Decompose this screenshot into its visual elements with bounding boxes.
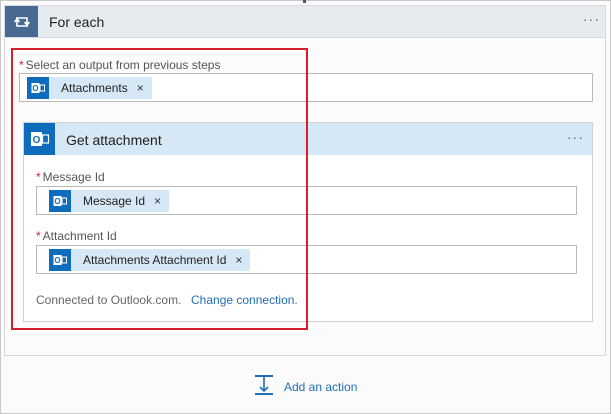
message-id-field[interactable]: O Message Id × bbox=[36, 186, 577, 215]
attachment-id-token[interactable]: O Attachments Attachment Id × bbox=[49, 249, 251, 271]
remove-token-icon[interactable]: × bbox=[235, 253, 242, 267]
foreach-title: For each bbox=[49, 14, 105, 30]
token-label: Attachments Attachment Id bbox=[83, 253, 227, 267]
outlook-icon: O bbox=[27, 77, 49, 99]
outlook-icon: O bbox=[24, 123, 55, 155]
get-attachment-title: Get attachment bbox=[66, 132, 162, 148]
required-mark: * bbox=[19, 58, 24, 72]
token-label: Attachments bbox=[61, 81, 128, 95]
outlook-icon: O bbox=[49, 190, 71, 212]
get-attachment-header[interactable]: O Get attachment ··· bbox=[24, 123, 592, 155]
select-output-label: * Select an output from previous steps bbox=[19, 58, 221, 72]
message-id-token[interactable]: O Message Id × bbox=[49, 190, 170, 212]
remove-token-icon[interactable]: × bbox=[137, 81, 144, 95]
svg-text:O: O bbox=[54, 256, 60, 265]
remove-token-icon[interactable]: × bbox=[154, 194, 161, 208]
attachments-token[interactable]: O Attachments × bbox=[27, 77, 152, 99]
attachment-id-label: * Attachment Id bbox=[36, 229, 117, 243]
outlook-icon: O bbox=[49, 249, 71, 271]
action-more-menu-icon[interactable]: ··· bbox=[567, 129, 584, 145]
attachment-id-field[interactable]: O Attachments Attachment Id × bbox=[36, 245, 577, 274]
get-attachment-card: O Get attachment ··· bbox=[23, 122, 593, 322]
svg-text:O: O bbox=[32, 84, 38, 93]
add-action-label: Add an action bbox=[284, 380, 358, 394]
token-label: Message Id bbox=[83, 194, 146, 208]
add-action-button[interactable]: Add an action bbox=[253, 374, 358, 401]
message-id-label: * Message Id bbox=[36, 170, 105, 184]
loop-icon bbox=[5, 6, 38, 37]
connected-status: Connected to Outlook.com. bbox=[36, 293, 182, 307]
add-action-icon bbox=[253, 374, 275, 401]
select-output-field[interactable]: O Attachments × bbox=[19, 73, 593, 102]
change-connection-link[interactable]: Change connection. bbox=[191, 293, 298, 307]
svg-text:O: O bbox=[54, 197, 60, 206]
svg-text:O: O bbox=[32, 135, 40, 146]
required-mark: * bbox=[36, 170, 41, 184]
connector-notch bbox=[303, 0, 306, 3]
foreach-header[interactable]: For each ··· bbox=[4, 5, 606, 38]
required-mark: * bbox=[36, 229, 41, 243]
foreach-more-menu-icon[interactable]: ··· bbox=[583, 11, 600, 27]
